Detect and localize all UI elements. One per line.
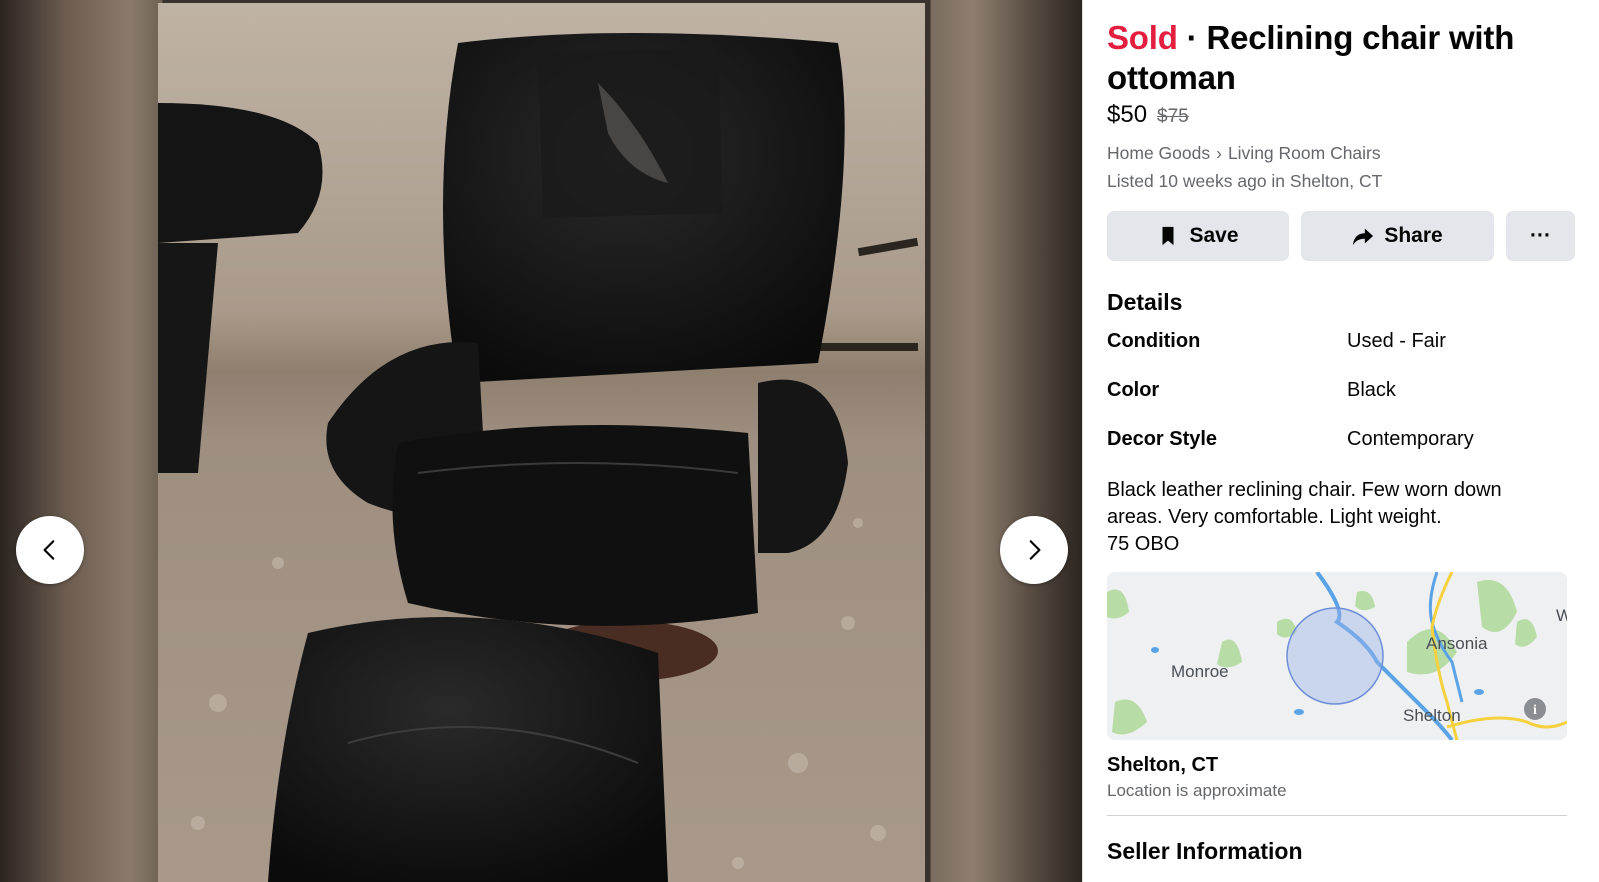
detail-key: Decor Style (1107, 428, 1218, 450)
listing-details-panel: Sold · Reclining chair with ottoman $50 … (1082, 0, 1599, 882)
location-note: Location is approximate (1107, 781, 1287, 800)
listed-info: Listed 10 weeks ago in Shelton, CT (1107, 171, 1383, 191)
share-arrow-icon (1353, 228, 1374, 246)
detail-key: Condition (1107, 330, 1201, 352)
sold-label: Sold (1107, 19, 1178, 56)
share-label: Share (1384, 224, 1443, 247)
location-map[interactable]: i Monroe Ansonia Shelton W (1107, 572, 1567, 740)
info-icon: i (1533, 703, 1537, 718)
detail-row-color: Color Black (1107, 379, 1577, 428)
detail-value: Black (1347, 379, 1396, 401)
breadcrumb: Home Goods › Living Room Chairs (1107, 139, 1577, 167)
original-price: $75 (1157, 106, 1189, 127)
listing-title: Sold · Reclining chair with ottoman (1107, 18, 1577, 98)
location-name: Shelton, CT (1107, 754, 1219, 776)
share-button[interactable]: Share (1301, 211, 1494, 261)
seller-information-heading: Seller Information (1107, 838, 1303, 864)
detail-key: Color (1107, 379, 1160, 401)
detail-row-condition: Condition Used - Fair (1107, 330, 1577, 379)
breadcrumb-living-room-chairs[interactable]: Living Room Chairs (1228, 139, 1381, 167)
listing-description: Black leather reclining chair. Few worn … (1107, 479, 1502, 555)
details-heading: Details (1107, 289, 1183, 315)
map-label-ansonia: Ansonia (1426, 634, 1488, 653)
detail-row-decor-style: Decor Style Contemporary (1107, 428, 1577, 477)
price: $50 (1107, 101, 1148, 128)
more-options-button[interactable]: ··· (1506, 211, 1575, 261)
panel-content: Sold · Reclining chair with ottoman $50 … (1107, 18, 1577, 865)
title-separator: · (1177, 19, 1207, 56)
save-label: Save (1189, 224, 1239, 247)
breadcrumb-separator: › (1216, 143, 1222, 163)
detail-value: Contemporary (1347, 428, 1474, 450)
previous-photo-button[interactable] (16, 516, 84, 584)
breadcrumb-home-goods[interactable]: Home Goods (1107, 139, 1210, 167)
map-label-edge: W (1556, 606, 1567, 625)
chevron-right-icon (1029, 540, 1041, 560)
ellipsis-icon: ··· (1530, 224, 1551, 247)
photo-viewer (0, 0, 1082, 882)
chevron-left-icon (43, 540, 55, 560)
map-graphic: i (1107, 572, 1567, 740)
price-row: $50 $75 (1107, 101, 1577, 129)
listing-photo (158, 3, 925, 882)
next-photo-button[interactable] (1000, 516, 1068, 584)
map-label-shelton: Shelton (1403, 706, 1461, 725)
save-button[interactable]: Save (1107, 211, 1289, 261)
detail-value: Used - Fair (1347, 330, 1446, 352)
map-label-monroe: Monroe (1171, 662, 1229, 681)
action-buttons: Save Share ··· (1107, 211, 1577, 261)
details-list: Condition Used - Fair Color Black Decor … (1107, 330, 1577, 477)
bookmark-icon (1162, 226, 1174, 246)
divider (1107, 815, 1567, 816)
